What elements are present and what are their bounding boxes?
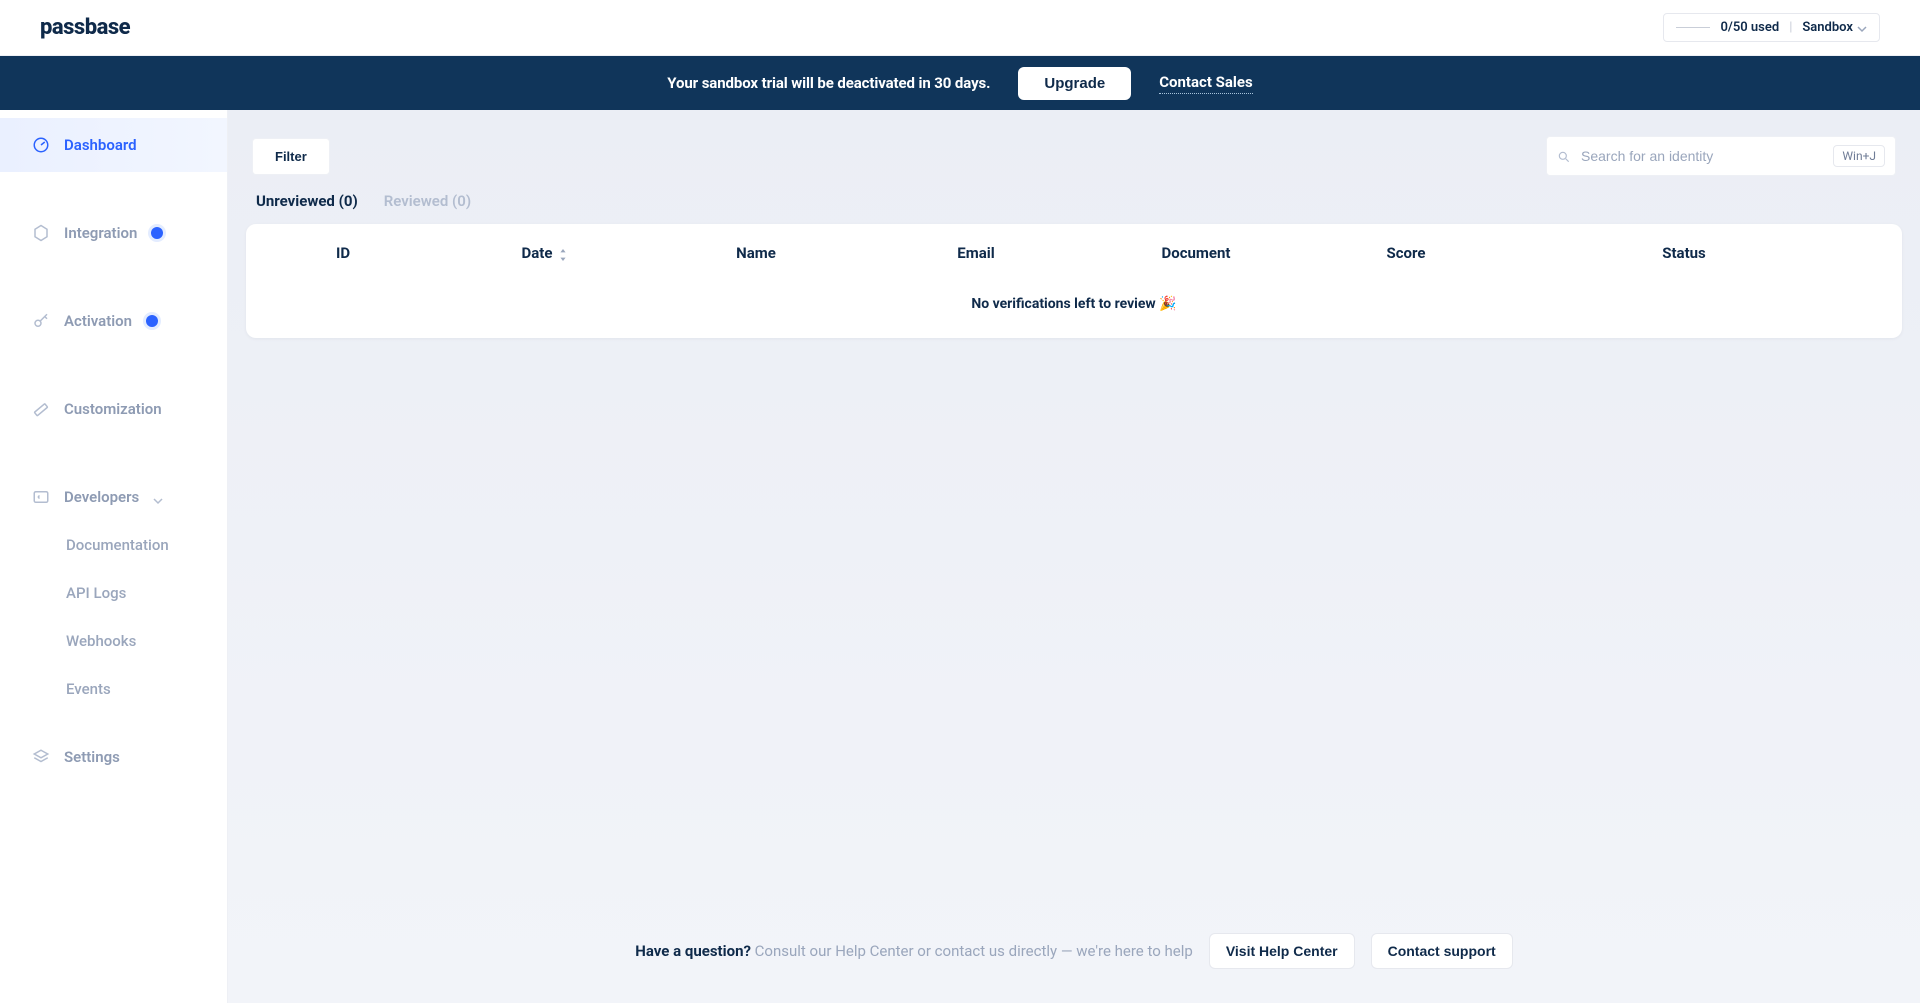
verifications-table: ID Date Name Email Document Score Status… xyxy=(246,224,1902,338)
env-selector[interactable]: 0/50 used | Sandbox xyxy=(1663,13,1880,42)
sidebar-item-label: Customization xyxy=(64,400,162,418)
sidebar-item-label: Integration xyxy=(64,224,137,242)
integration-icon xyxy=(32,224,50,242)
sidebar-item-integration[interactable]: Integration xyxy=(0,206,227,260)
usage-text: 0/50 used xyxy=(1720,20,1779,35)
table-header: ID Date Name Email Document Score Status xyxy=(246,224,1902,282)
tab-reviewed[interactable]: Reviewed (0) xyxy=(384,192,471,210)
notification-dot-icon xyxy=(151,227,163,239)
env-label: Sandbox xyxy=(1802,20,1853,35)
footer-text: Have a question? Consult our Help Center… xyxy=(635,942,1193,960)
content: Filter Win+J Unreviewed (0) Reviewed (0)… xyxy=(228,110,1920,1003)
footer: Have a question? Consult our Help Center… xyxy=(246,909,1902,1003)
sidebar-item-label: Dashboard xyxy=(64,136,137,154)
toolbar: Filter Win+J xyxy=(246,136,1902,186)
th-score: Score xyxy=(1306,244,1506,262)
th-date[interactable]: Date xyxy=(446,244,646,262)
usage-bar xyxy=(1676,27,1710,28)
divider: | xyxy=(1789,20,1792,35)
sidebar-subitem-apilogs[interactable]: API Logs xyxy=(66,584,227,602)
sort-icon xyxy=(558,247,570,259)
th-status: Status xyxy=(1506,244,1862,262)
chevron-down-icon xyxy=(1857,23,1867,33)
key-icon xyxy=(32,312,50,330)
contact-sales-link[interactable]: Contact Sales xyxy=(1159,73,1252,94)
search-kbd: Win+J xyxy=(1833,145,1885,167)
upgrade-button[interactable]: Upgrade xyxy=(1018,67,1131,100)
trial-banner: Your sandbox trial will be deactivated i… xyxy=(0,56,1920,110)
logo: passbase xyxy=(40,15,130,40)
contact-support-button[interactable]: Contact support xyxy=(1371,933,1513,969)
sidebar-item-customization[interactable]: Customization xyxy=(0,382,227,436)
sidebar-subitem-events[interactable]: Events xyxy=(66,680,227,698)
sidebar-item-label: Activation xyxy=(64,312,132,330)
filter-button[interactable]: Filter xyxy=(252,138,330,175)
sidebar-item-settings[interactable]: Settings xyxy=(0,738,227,784)
help-center-button[interactable]: Visit Help Center xyxy=(1209,933,1355,969)
topbar: passbase 0/50 used | Sandbox xyxy=(0,0,1920,56)
table-empty-state: No verifications left to review 🎉 xyxy=(246,282,1902,338)
search-input[interactable] xyxy=(1581,148,1823,164)
sidebar-item-developers[interactable]: Developers xyxy=(0,470,227,524)
sidebar-item-activation[interactable]: Activation xyxy=(0,294,227,348)
footer-subtext: Consult our Help Center or contact us di… xyxy=(751,942,1193,960)
banner-text: Your sandbox trial will be deactivated i… xyxy=(667,74,990,92)
tabs: Unreviewed (0) Reviewed (0) xyxy=(246,186,1902,224)
notification-dot-icon xyxy=(146,315,158,327)
search-icon xyxy=(1557,149,1571,163)
search-input-wrap[interactable]: Win+J xyxy=(1546,136,1896,176)
layout: Dashboard Integration Activation Customi… xyxy=(0,110,1920,1003)
sidebar-item-label: Settings xyxy=(64,748,120,766)
dashboard-icon xyxy=(32,136,50,154)
sidebar-subitem-documentation[interactable]: Documentation xyxy=(66,536,227,554)
th-name: Name xyxy=(646,244,866,262)
th-id: ID xyxy=(286,244,446,262)
sidebar-item-label: Developers xyxy=(64,488,139,506)
sidebar-item-dashboard[interactable]: Dashboard xyxy=(0,118,227,172)
sandbox-label: Sandbox xyxy=(1802,20,1867,35)
sidebar-subitem-webhooks[interactable]: Webhooks xyxy=(66,632,227,650)
sidebar-developers-submenu: Documentation API Logs Webhooks Events xyxy=(0,536,227,698)
chevron-down-icon xyxy=(153,492,163,502)
tab-unreviewed[interactable]: Unreviewed (0) xyxy=(256,192,358,210)
th-email: Email xyxy=(866,244,1086,262)
th-date-label: Date xyxy=(522,244,553,262)
layers-icon xyxy=(32,748,50,766)
ruler-icon xyxy=(32,400,50,418)
footer-question: Have a question? xyxy=(635,942,751,960)
th-document: Document xyxy=(1086,244,1306,262)
sidebar: Dashboard Integration Activation Customi… xyxy=(0,110,228,1003)
code-icon xyxy=(32,488,50,506)
